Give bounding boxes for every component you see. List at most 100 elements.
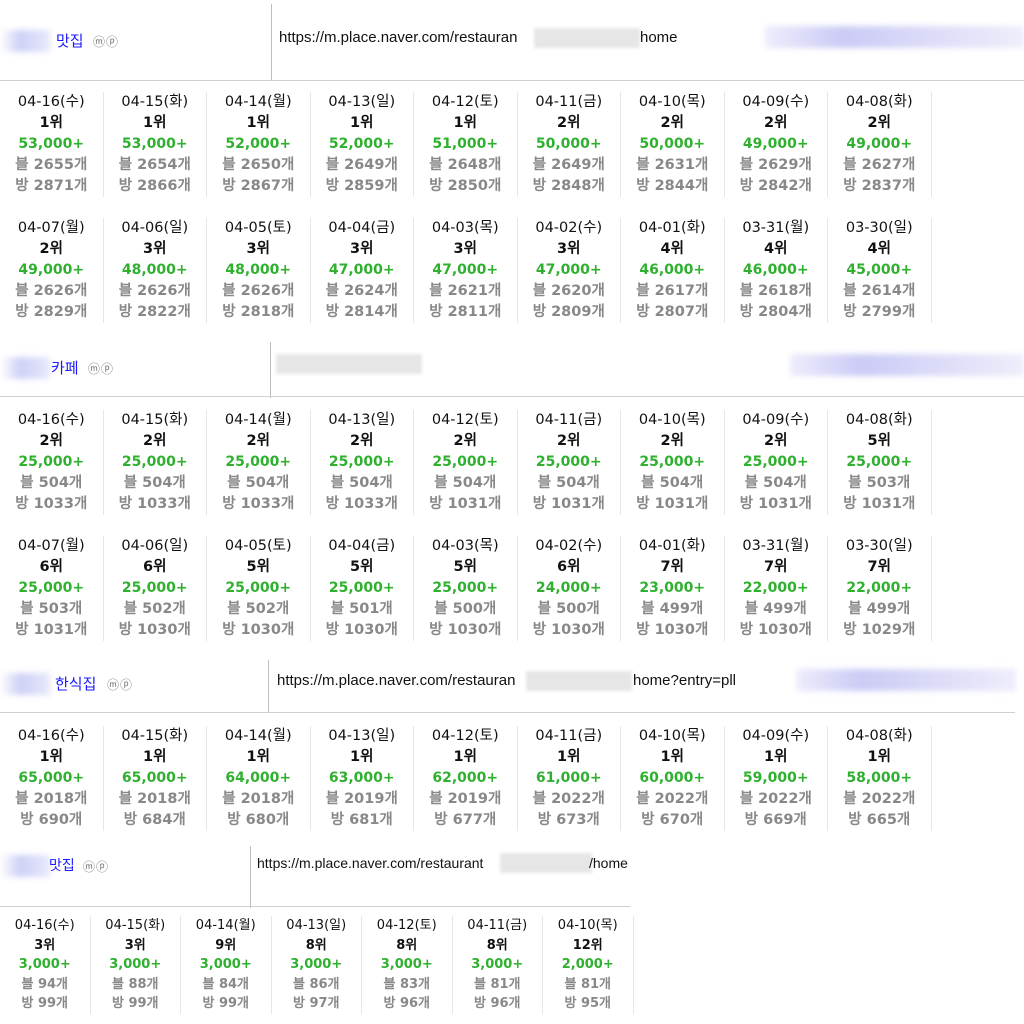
rank-value: 7위 — [660, 559, 684, 575]
review-count: 25,000+ — [18, 580, 85, 596]
visitor-count: 방 665개 — [848, 812, 911, 828]
rank-value: 2위 — [39, 433, 63, 449]
date-label: 03-30(일) — [845, 220, 913, 236]
visitor-count: 방 2807개 — [636, 304, 709, 320]
visitor-count: 방 99개 — [111, 996, 159, 1011]
blog-count: 블 2614개 — [843, 283, 916, 299]
visitor-count: 방 2850개 — [429, 178, 502, 194]
blog-count: 블 81개 — [473, 976, 521, 992]
review-count: 62,000+ — [432, 770, 499, 786]
rank-cell: 04-11(금) 2위 25,000+ 블 504개 방 1031개 — [518, 410, 621, 515]
visitor-count: 방 1030개 — [636, 622, 709, 638]
redacted-area — [0, 673, 50, 695]
review-count: 25,000+ — [225, 454, 292, 470]
review-count: 46,000+ — [742, 262, 809, 278]
url-prefix[interactable]: https://m.place.naver.com/restauran — [277, 672, 515, 689]
rank-value: 1위 — [867, 749, 891, 765]
blog-count: 블 504개 — [330, 475, 393, 491]
visitor-count: 방 1033개 — [325, 496, 398, 512]
review-count: 25,000+ — [225, 580, 292, 596]
blog-count: 블 2655개 — [15, 157, 88, 173]
blog-count: 블 502개 — [227, 601, 290, 617]
visitor-count: 방 681개 — [330, 812, 393, 828]
rank-cell: 04-06(일) 6위 25,000+ 블 502개 방 1030개 — [104, 536, 207, 641]
mp-icons[interactable]: ⓜⓟ — [93, 33, 119, 50]
blog-count: 블 499개 — [848, 601, 911, 617]
rank-cell: 04-13(일) 1위 52,000+ 블 2649개 방 2859개 — [311, 92, 414, 197]
visitor-count: 방 1033개 — [222, 496, 295, 512]
date-label: 03-30(일) — [845, 538, 913, 554]
visitor-count: 방 669개 — [744, 812, 807, 828]
visitor-count: 방 2809개 — [532, 304, 605, 320]
review-count: 60,000+ — [639, 770, 706, 786]
blog-count: 블 84개 — [202, 976, 250, 992]
blog-count: 블 2654개 — [118, 157, 191, 173]
date-label: 04-16(수) — [17, 94, 85, 110]
keyword-label[interactable]: 맛집 — [49, 855, 75, 875]
date-label: 04-12(토) — [431, 94, 499, 110]
visitor-count: 방 2848개 — [532, 178, 605, 194]
rank-cell: 04-08(화) 1위 58,000+ 블 2022개 방 665개 — [828, 726, 932, 831]
rank-value: 3위 — [557, 241, 581, 257]
visitor-count: 방 1029개 — [843, 622, 916, 638]
url-suffix[interactable]: /home — [589, 855, 628, 871]
blog-count: 블 2627개 — [843, 157, 916, 173]
review-count: 49,000+ — [742, 136, 809, 152]
redacted-url-part — [526, 671, 632, 691]
keyword-label[interactable]: 맛집 — [56, 30, 84, 51]
rank-cell: 04-07(월) 2위 49,000+ 블 2626개 방 2829개 — [0, 218, 104, 323]
keyword-label[interactable]: 카페 — [51, 357, 79, 378]
review-count: 64,000+ — [225, 770, 292, 786]
review-count: 52,000+ — [328, 136, 395, 152]
rank-cell: 04-11(금) 1위 61,000+ 블 2022개 방 673개 — [518, 726, 621, 831]
blog-count: 블 2621개 — [429, 283, 502, 299]
rank-cell: 04-12(토) 1위 51,000+ 블 2648개 방 2850개 — [414, 92, 518, 197]
rank-value: 1위 — [246, 749, 270, 765]
review-count: 3,000+ — [199, 957, 252, 972]
rank-value: 1위 — [453, 749, 477, 765]
url-prefix[interactable]: https://m.place.naver.com/restaurant — [257, 855, 483, 871]
review-count: 63,000+ — [328, 770, 395, 786]
rank-cell: 04-16(수) 1위 65,000+ 블 2018개 방 690개 — [0, 726, 104, 831]
rank-cell: 04-16(수) 1위 53,000+ 블 2655개 방 2871개 — [0, 92, 104, 197]
ranking-row: 04-16(수) 1위 65,000+ 블 2018개 방 690개 04-15(화) 1위… — [0, 726, 932, 831]
visitor-count: 방 1031개 — [532, 496, 605, 512]
ranking-row: 04-07(월) 6위 25,000+ 블 503개 방 1031개 04-06(일) 6위… — [0, 536, 932, 641]
header-underline — [0, 80, 1024, 81]
blog-count: 블 2626개 — [15, 283, 88, 299]
rank-value: 7위 — [867, 559, 891, 575]
rank-value: 9위 — [215, 937, 237, 953]
url-suffix[interactable]: home?entry=pll — [633, 672, 736, 689]
rank-cell: 04-02(수) 6위 24,000+ 블 500개 방 1030개 — [518, 536, 621, 641]
header-divider — [270, 342, 271, 398]
url-suffix[interactable]: home — [640, 29, 678, 46]
visitor-count: 방 1030개 — [222, 622, 295, 638]
rank-value: 1위 — [660, 749, 684, 765]
url-prefix[interactable]: https://m.place.naver.com/restauran — [279, 29, 517, 46]
rank-cell: 04-04(금) 3위 47,000+ 블 2624개 방 2814개 — [311, 218, 414, 323]
rank-cell: 04-01(화) 7위 23,000+ 블 499개 방 1030개 — [621, 536, 725, 641]
redacted-url-part — [534, 28, 640, 48]
blog-count: 블 499개 — [641, 601, 704, 617]
redacted-area — [796, 669, 1016, 691]
rank-cell: 04-02(수) 3위 47,000+ 블 2620개 방 2809개 — [518, 218, 621, 323]
date-label: 04-04(금) — [328, 538, 396, 554]
visitor-count: 방 1030개 — [325, 622, 398, 638]
visitor-count: 방 2842개 — [739, 178, 812, 194]
rank-value: 4위 — [660, 241, 684, 257]
date-label: 04-10(목) — [557, 918, 618, 933]
mp-icons[interactable]: ⓜⓟ — [107, 676, 133, 693]
visitor-count: 방 1030개 — [429, 622, 502, 638]
date-label: 04-09(수) — [742, 412, 810, 428]
blog-count: 블 504개 — [537, 475, 600, 491]
mp-icons[interactable]: ⓜⓟ — [83, 858, 109, 875]
mp-icons[interactable]: ⓜⓟ — [88, 360, 114, 377]
date-label: 04-13(일) — [328, 728, 396, 744]
rank-value: 3위 — [453, 241, 477, 257]
rank-value: 2위 — [143, 433, 167, 449]
keyword-label[interactable]: 한식집 — [55, 673, 96, 694]
rank-value: 1위 — [350, 115, 374, 131]
rank-value: 3위 — [34, 937, 56, 953]
blog-count: 블 503개 — [20, 601, 83, 617]
visitor-count: 방 1031개 — [15, 622, 88, 638]
